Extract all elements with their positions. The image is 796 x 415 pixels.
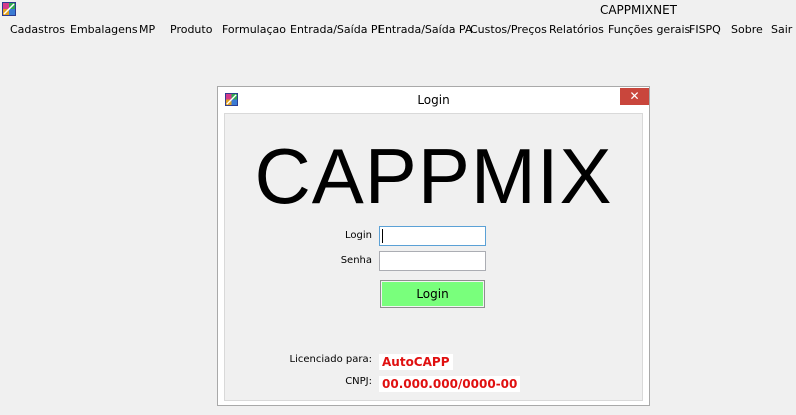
password-input[interactable] xyxy=(379,251,486,271)
login-dialog: Login ✕ CAPPMIX Login Senha Login Licenc… xyxy=(217,86,650,406)
menu-item-entrada-saida-pi[interactable]: Entrada/Saída PI xyxy=(290,23,381,36)
menu-item-sair[interactable]: Sair xyxy=(771,23,792,36)
menu-bar: Cadastros Embalagens MP Produto Formulaç… xyxy=(0,20,796,39)
close-button[interactable]: ✕ xyxy=(620,88,649,105)
licensed-to-label: Licenciado para: xyxy=(289,354,372,365)
dialog-title: Login xyxy=(417,93,450,107)
menu-item-produto[interactable]: Produto xyxy=(170,23,212,36)
menu-item-sobre[interactable]: Sobre xyxy=(731,23,763,36)
licensee-value: AutoCAPP xyxy=(379,354,453,370)
text-caret xyxy=(382,229,383,243)
app-titlebar: CAPPMIXNET xyxy=(0,0,796,20)
menu-item-entrada-saida-pa[interactable]: Entrada/Saída PA xyxy=(378,23,472,36)
cnpj-value: 00.000.000/0000-00 xyxy=(379,376,521,392)
menu-item-formulacao[interactable]: Formulaçao xyxy=(222,23,286,36)
app-title: CAPPMIXNET xyxy=(599,3,677,17)
menu-item-mp[interactable]: MP xyxy=(139,23,155,36)
menu-item-relatorios[interactable]: Relatórios xyxy=(549,23,604,36)
menu-item-cadastros[interactable]: Cadastros xyxy=(10,23,65,36)
login-label: Login xyxy=(345,230,372,241)
menu-item-fispq[interactable]: FISPQ xyxy=(689,23,721,36)
brand-logo-text: CAPPMIX xyxy=(254,132,613,220)
login-input[interactable] xyxy=(379,226,486,246)
menu-item-embalagens[interactable]: Embalagens xyxy=(70,23,138,36)
password-label: Senha xyxy=(340,255,372,266)
cnpj-label: CNPJ: xyxy=(345,376,372,387)
menu-item-custos-precos[interactable]: Custos/Preços xyxy=(470,23,547,36)
menu-item-funcoes-gerais[interactable]: Funções gerais xyxy=(608,23,690,36)
close-icon: ✕ xyxy=(629,89,640,103)
login-button[interactable]: Login xyxy=(380,280,485,308)
dialog-client-area: CAPPMIX Login Senha Login Licenciado par… xyxy=(224,113,643,401)
